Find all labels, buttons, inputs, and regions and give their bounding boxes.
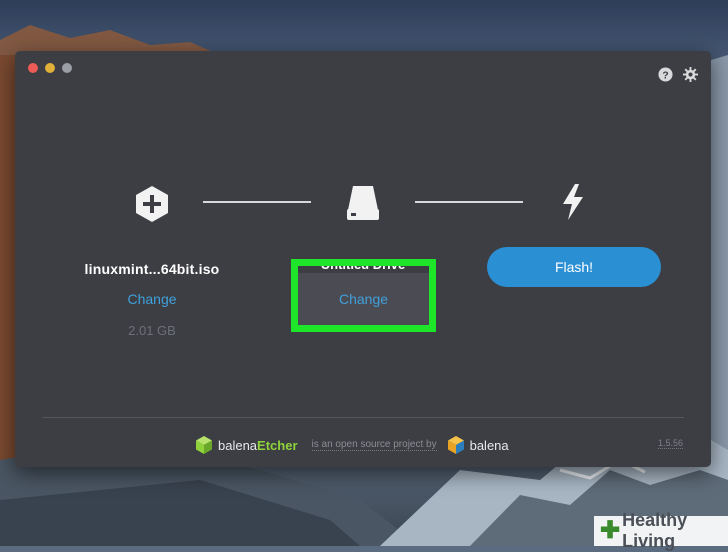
lightning-icon [563,184,583,220]
help-icon[interactable]: ? [658,67,673,82]
version-label: 1.5.56 [658,438,684,449]
change-image-link[interactable]: Change [77,291,227,307]
step-connector-1 [203,201,311,203]
image-filename: linuxmint...64bit.iso [84,261,220,277]
close-window-button[interactable] [28,63,38,73]
footer-tagline: is an open source project by [311,439,437,451]
footer: balenaEtcher is an open source project b… [195,434,509,456]
minimize-window-button[interactable] [45,63,55,73]
balena-cube-icon [447,436,464,454]
change-drive-link[interactable]: Change [298,291,429,307]
step-connector-2 [415,201,523,203]
etcher-window: ? linuxmint...64bit.iso Change 2.01 GB U… [15,51,711,467]
flash-button[interactable]: Flash! [487,247,661,287]
image-size: 2.01 GB [128,323,176,338]
zoom-window-button[interactable] [62,63,72,73]
balena-brand[interactable]: balena [470,438,509,453]
footer-divider [42,417,684,418]
svg-text:?: ? [662,70,668,81]
plus-icon: ✚ [600,517,621,544]
watermark: ✚ Healthy Living [594,510,728,551]
drive-icon [347,186,379,220]
gear-icon[interactable] [683,67,698,82]
plus-hexagon-icon [136,186,168,222]
etcher-cube-icon [196,436,212,454]
etcher-brand[interactable]: balenaEtcher [218,438,298,453]
